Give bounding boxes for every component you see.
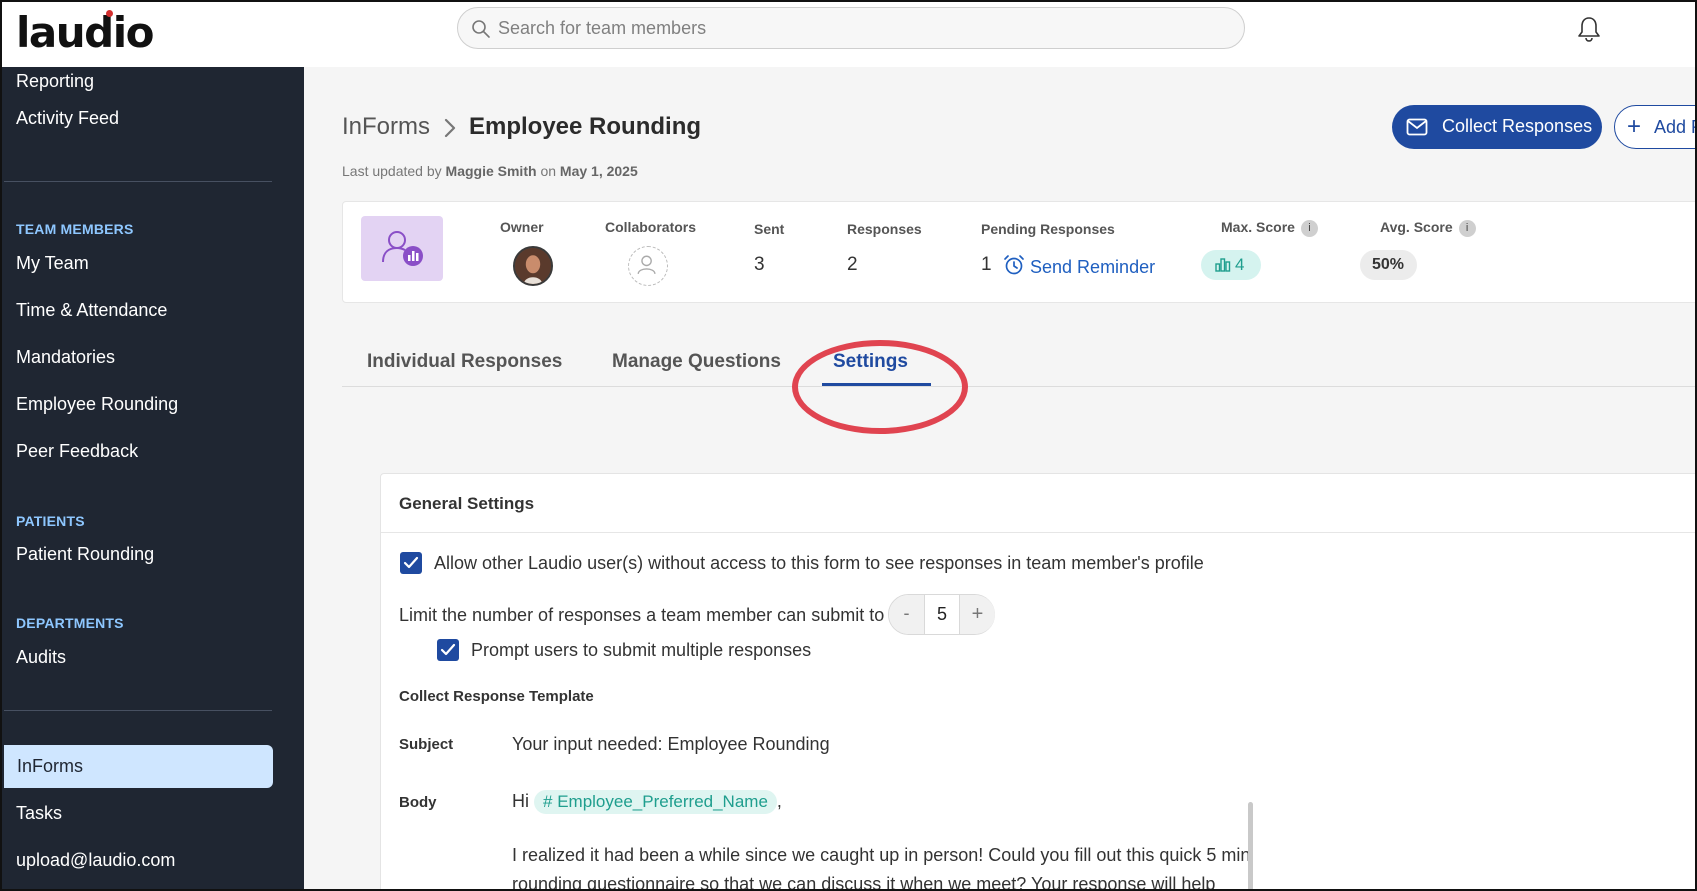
sidebar-item-time-attendance[interactable]: Time & Attendance — [16, 300, 167, 321]
form-chart-icon — [382, 231, 423, 266]
avg-score-badge: 50% — [1360, 250, 1417, 280]
sidebar-section-patients: PATIENTS — [16, 513, 85, 529]
decrement-button[interactable]: - — [889, 595, 924, 634]
logo-dot — [106, 10, 113, 17]
max-score-badge: 4 — [1201, 250, 1261, 280]
sidebar: Reporting Activity Feed TEAM MEMBERS My … — [2, 67, 304, 889]
max-score-value: 4 — [1235, 255, 1245, 274]
page-title: Employee Rounding — [469, 113, 702, 140]
search-icon — [472, 20, 490, 38]
annotation-ring — [792, 340, 968, 434]
avg-score-value: 50% — [1372, 256, 1405, 273]
body-line-2[interactable]: rounding questionnaire so that we can di… — [512, 874, 1215, 889]
add-button[interactable]: + Add R — [1614, 105, 1695, 149]
panel-header: General Settings — [381, 474, 1695, 533]
body-greeting-line[interactable]: Hi # Employee_Preferred_Name, — [512, 790, 782, 814]
allow-others-checkbox[interactable] — [400, 552, 422, 574]
send-reminder-label: Send Reminder — [1030, 257, 1156, 277]
form-thumbnail — [361, 216, 443, 281]
checkmark-icon — [440, 643, 456, 656]
collect-responses-button[interactable]: Collect Responses — [1392, 105, 1602, 149]
tab-individual-responses[interactable]: Individual Responses — [367, 351, 562, 373]
owner-label: Owner — [500, 219, 544, 235]
avg-score-label: Avg. Score i — [1380, 219, 1476, 237]
sent-label: Sent — [754, 221, 785, 237]
sidebar-item-upload-email[interactable]: upload@laudio.com — [16, 850, 175, 871]
checkmark-icon — [403, 556, 419, 569]
panel-title: General Settings — [399, 494, 535, 513]
pending-responses-label: Pending Responses — [981, 221, 1115, 237]
updated-date: May 1, 2025 — [559, 163, 638, 179]
increment-button[interactable]: + — [960, 595, 995, 634]
person-avatar-icon — [515, 248, 551, 284]
general-settings-panel: General Settings Allow other Laudio user… — [380, 473, 1695, 889]
sidebar-item-peer-feedback[interactable]: Peer Feedback — [16, 441, 138, 462]
last-updated: Last updated by Maggie Smith on May 1, 2… — [342, 163, 638, 179]
sidebar-item-patient-rounding[interactable]: Patient Rounding — [16, 544, 154, 565]
avg-score-text: Avg. Score — [1380, 219, 1453, 235]
info-icon[interactable]: i — [1300, 219, 1318, 237]
sidebar-divider — [4, 181, 272, 182]
app-window: laudio Reporting Activity Feed TEAM MEMB… — [0, 0, 1697, 891]
sidebar-item-label: InForms — [17, 756, 84, 776]
subject-value[interactable]: Your input needed: Employee Rounding — [512, 734, 830, 755]
updated-by: Maggie Smith — [445, 163, 537, 179]
allow-others-label: Allow other Laudio user(s) without acces… — [434, 553, 1204, 573]
send-reminder-link[interactable]: Send Reminder — [1003, 254, 1155, 278]
collect-responses-label: Collect Responses — [1442, 116, 1593, 136]
body-greeting: Hi — [512, 791, 529, 811]
app-logo[interactable]: laudio — [16, 8, 154, 57]
search-input[interactable] — [498, 8, 1228, 48]
sidebar-section-team-members: TEAM MEMBERS — [16, 221, 134, 237]
form-summary-card: Owner Collaborators Sent 3 Responses 2 P… — [342, 201, 1695, 303]
limit-value[interactable]: 5 — [924, 595, 960, 634]
prompt-multiple-checkbox[interactable] — [437, 639, 459, 661]
updated-prefix: Last updated by — [342, 163, 442, 179]
sidebar-item-tasks[interactable]: Tasks — [16, 803, 62, 824]
sidebar-divider — [4, 710, 272, 711]
subject-label: Subject — [399, 736, 454, 753]
max-score-text: Max. Score — [1221, 219, 1295, 235]
mail-icon — [1406, 118, 1428, 136]
sidebar-item-my-team[interactable]: My Team — [16, 253, 89, 274]
updated-on-word: on — [540, 163, 557, 179]
sidebar-section-departments: DEPARTMENTS — [16, 615, 124, 631]
tab-manage-questions[interactable]: Manage Questions — [612, 351, 781, 373]
body-label: Body — [399, 794, 437, 811]
chevron-right-icon — [444, 118, 456, 138]
search-bar[interactable] — [457, 7, 1245, 49]
body-comma: , — [776, 791, 782, 811]
owner-avatar[interactable] — [513, 246, 553, 286]
quantity-stepper: - 5 + — [888, 594, 995, 635]
body-line-1[interactable]: I realized it had been a while since we … — [512, 845, 1250, 866]
employee-name-tag[interactable]: # Employee_Preferred_Name — [534, 790, 777, 814]
bell-icon[interactable] — [1574, 14, 1604, 44]
sidebar-item-informs[interactable]: InForms — [4, 745, 273, 788]
pending-responses-value: 1 — [981, 254, 992, 275]
tab-bar: Individual Responses Manage Questions Se… — [342, 339, 1695, 387]
top-bar: laudio — [2, 2, 1695, 67]
breadcrumb-parent[interactable]: InForms — [342, 113, 430, 141]
sidebar-item-audits[interactable]: Audits — [16, 647, 66, 668]
add-button-label: Add R — [1654, 117, 1695, 137]
body-scrollbar[interactable] — [1248, 802, 1253, 889]
prompt-multiple-label: Prompt users to submit multiple response… — [471, 640, 812, 660]
responses-label: Responses — [847, 221, 922, 237]
plus-icon: + — [1627, 113, 1642, 140]
alarm-clock-icon — [1004, 255, 1024, 275]
limit-responses-label: Limit the number of responses a team mem… — [399, 605, 885, 625]
sidebar-item-reporting[interactable]: Reporting — [16, 71, 94, 92]
sidebar-item-activity-feed[interactable]: Activity Feed — [16, 108, 119, 129]
template-heading: Collect Response Template — [399, 688, 594, 705]
bar-chart-icon — [1215, 258, 1231, 272]
sidebar-item-mandatories[interactable]: Mandatories — [16, 347, 115, 368]
responses-value: 2 — [847, 254, 858, 275]
sent-value: 3 — [754, 254, 765, 275]
collaborators-label: Collaborators — [605, 219, 697, 235]
add-collaborator[interactable] — [628, 246, 668, 286]
max-score-label: Max. Score i — [1221, 219, 1318, 237]
user-add-icon — [637, 255, 656, 275]
info-icon[interactable]: i — [1458, 219, 1476, 237]
sidebar-item-employee-rounding[interactable]: Employee Rounding — [16, 394, 178, 415]
